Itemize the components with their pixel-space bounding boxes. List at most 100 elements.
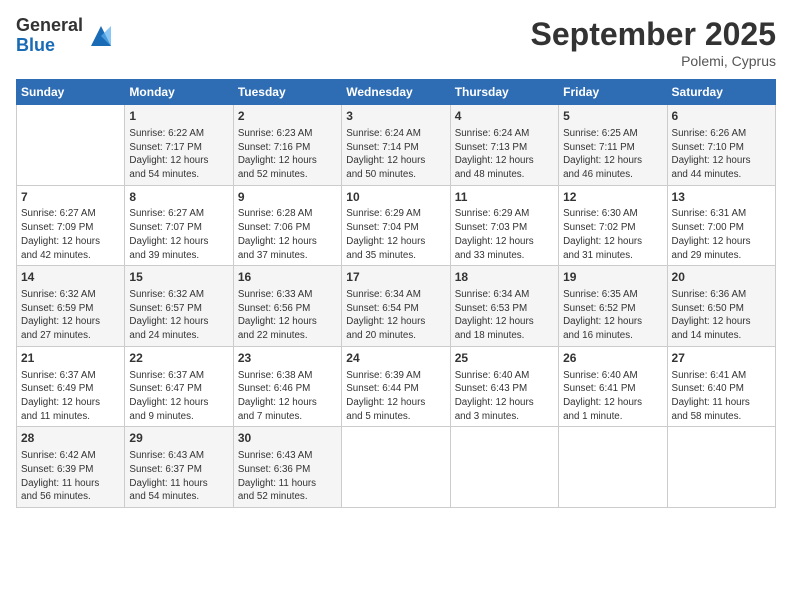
day-info: Sunrise: 6:41 AMSunset: 6:40 PMDaylight:…: [672, 369, 771, 424]
location-subtitle: Polemi, Cyprus: [531, 53, 776, 69]
calendar-cell: [667, 427, 775, 508]
calendar-cell: 16 Sunrise: 6:33 AMSunset: 6:56 PMDayligh…: [233, 266, 341, 347]
logo-text: General Blue: [16, 16, 83, 56]
day-number: 24: [346, 350, 445, 367]
day-info: Sunrise: 6:24 AMSunset: 7:13 PMDaylight:…: [455, 127, 554, 182]
calendar-table: Sunday Monday Tuesday Wednesday Thursday…: [16, 79, 776, 508]
calendar-cell: 3 Sunrise: 6:24 AMSunset: 7:14 PMDaylight…: [342, 105, 450, 186]
calendar-cell: 24 Sunrise: 6:39 AMSunset: 6:44 PMDayligh…: [342, 346, 450, 427]
calendar-cell: 28 Sunrise: 6:42 AMSunset: 6:39 PMDayligh…: [17, 427, 125, 508]
calendar-cell: 18 Sunrise: 6:34 AMSunset: 6:53 PMDayligh…: [450, 266, 558, 347]
week-row-3: 14 Sunrise: 6:32 AMSunset: 6:59 PMDayligh…: [17, 266, 776, 347]
day-info: Sunrise: 6:43 AMSunset: 6:36 PMDaylight:…: [238, 449, 337, 504]
day-info: Sunrise: 6:38 AMSunset: 6:46 PMDaylight:…: [238, 369, 337, 424]
calendar-cell: 23 Sunrise: 6:38 AMSunset: 6:46 PMDayligh…: [233, 346, 341, 427]
day-info: Sunrise: 6:22 AMSunset: 7:17 PMDaylight:…: [129, 127, 228, 182]
day-info: Sunrise: 6:35 AMSunset: 6:52 PMDaylight:…: [563, 288, 662, 343]
day-info: Sunrise: 6:33 AMSunset: 6:56 PMDaylight:…: [238, 288, 337, 343]
day-number: 3: [346, 108, 445, 125]
calendar-cell: 6 Sunrise: 6:26 AMSunset: 7:10 PMDaylight…: [667, 105, 775, 186]
day-info: Sunrise: 6:24 AMSunset: 7:14 PMDaylight:…: [346, 127, 445, 182]
day-number: 10: [346, 189, 445, 206]
day-info: Sunrise: 6:40 AMSunset: 6:43 PMDaylight:…: [455, 369, 554, 424]
calendar-cell: 30 Sunrise: 6:43 AMSunset: 6:36 PMDayligh…: [233, 427, 341, 508]
day-info: Sunrise: 6:37 AMSunset: 6:49 PMDaylight:…: [21, 369, 120, 424]
logo-icon: [87, 22, 115, 50]
day-number: 16: [238, 269, 337, 286]
day-number: 29: [129, 430, 228, 447]
day-info: Sunrise: 6:28 AMSunset: 7:06 PMDaylight:…: [238, 207, 337, 262]
day-info: Sunrise: 6:34 AMSunset: 6:54 PMDaylight:…: [346, 288, 445, 343]
calendar-container: General Blue September 2025 Polemi, Cypr…: [0, 0, 792, 612]
day-info: Sunrise: 6:31 AMSunset: 7:00 PMDaylight:…: [672, 207, 771, 262]
day-info: Sunrise: 6:40 AMSunset: 6:41 PMDaylight:…: [563, 369, 662, 424]
day-number: 22: [129, 350, 228, 367]
col-thursday: Thursday: [450, 80, 558, 105]
calendar-cell: 10Sunrise: 6:29 AMSunset: 7:04 PMDayligh…: [342, 185, 450, 266]
day-number: 26: [563, 350, 662, 367]
calendar-cell: 25 Sunrise: 6:40 AMSunset: 6:43 PMDayligh…: [450, 346, 558, 427]
calendar-cell: 15Sunrise: 6:32 AMSunset: 6:57 PMDayligh…: [125, 266, 233, 347]
day-info: Sunrise: 6:29 AMSunset: 7:03 PMDaylight:…: [455, 207, 554, 262]
week-row-5: 28 Sunrise: 6:42 AMSunset: 6:39 PMDayligh…: [17, 427, 776, 508]
day-info: Sunrise: 6:37 AMSunset: 6:47 PMDaylight:…: [129, 369, 228, 424]
day-number: 4: [455, 108, 554, 125]
header: General Blue September 2025 Polemi, Cypr…: [16, 16, 776, 69]
day-number: 7: [21, 189, 120, 206]
calendar-cell: 29 Sunrise: 6:43 AMSunset: 6:37 PMDayligh…: [125, 427, 233, 508]
day-info: Sunrise: 6:27 AMSunset: 7:09 PMDaylight:…: [21, 207, 120, 262]
header-row: Sunday Monday Tuesday Wednesday Thursday…: [17, 80, 776, 105]
day-number: 12: [563, 189, 662, 206]
day-number: 11: [455, 189, 554, 206]
day-number: 14: [21, 269, 120, 286]
day-number: 30: [238, 430, 337, 447]
calendar-cell: 22 Sunrise: 6:37 AMSunset: 6:47 PMDayligh…: [125, 346, 233, 427]
col-monday: Monday: [125, 80, 233, 105]
calendar-header: Sunday Monday Tuesday Wednesday Thursday…: [17, 80, 776, 105]
week-row-4: 21 Sunrise: 6:37 AMSunset: 6:49 PMDayligh…: [17, 346, 776, 427]
calendar-cell: 14 Sunrise: 6:32 AMSunset: 6:59 PMDayligh…: [17, 266, 125, 347]
day-info: Sunrise: 6:43 AMSunset: 6:37 PMDaylight:…: [129, 449, 228, 504]
logo-general: General: [16, 16, 83, 36]
day-number: 21: [21, 350, 120, 367]
day-number: 25: [455, 350, 554, 367]
calendar-cell: 20 Sunrise: 6:36 AMSunset: 6:50 PMDayligh…: [667, 266, 775, 347]
col-saturday: Saturday: [667, 80, 775, 105]
calendar-cell: 1Sunrise: 6:22 AMSunset: 7:17 PMDaylight…: [125, 105, 233, 186]
day-number: 28: [21, 430, 120, 447]
logo-blue: Blue: [16, 36, 83, 56]
calendar-cell: 19Sunrise: 6:35 AMSunset: 6:52 PMDayligh…: [559, 266, 667, 347]
day-number: 23: [238, 350, 337, 367]
logo: General Blue: [16, 16, 115, 56]
calendar-cell: 7Sunrise: 6:27 AMSunset: 7:09 PMDaylight…: [17, 185, 125, 266]
day-number: 5: [563, 108, 662, 125]
day-info: Sunrise: 6:27 AMSunset: 7:07 PMDaylight:…: [129, 207, 228, 262]
day-info: Sunrise: 6:36 AMSunset: 6:50 PMDaylight:…: [672, 288, 771, 343]
col-tuesday: Tuesday: [233, 80, 341, 105]
day-info: Sunrise: 6:32 AMSunset: 6:59 PMDaylight:…: [21, 288, 120, 343]
day-number: 6: [672, 108, 771, 125]
calendar-cell: 8Sunrise: 6:27 AMSunset: 7:07 PMDaylight…: [125, 185, 233, 266]
calendar-cell: [17, 105, 125, 186]
day-info: Sunrise: 6:23 AMSunset: 7:16 PMDaylight:…: [238, 127, 337, 182]
calendar-body: 1Sunrise: 6:22 AMSunset: 7:17 PMDaylight…: [17, 105, 776, 508]
calendar-cell: 17Sunrise: 6:34 AMSunset: 6:54 PMDayligh…: [342, 266, 450, 347]
col-wednesday: Wednesday: [342, 80, 450, 105]
calendar-cell: [559, 427, 667, 508]
day-number: 20: [672, 269, 771, 286]
calendar-cell: 9Sunrise: 6:28 AMSunset: 7:06 PMDaylight…: [233, 185, 341, 266]
day-number: 8: [129, 189, 228, 206]
calendar-cell: 26 Sunrise: 6:40 AMSunset: 6:41 PMDayligh…: [559, 346, 667, 427]
calendar-cell: [450, 427, 558, 508]
day-info: Sunrise: 6:26 AMSunset: 7:10 PMDaylight:…: [672, 127, 771, 182]
day-info: Sunrise: 6:42 AMSunset: 6:39 PMDaylight:…: [21, 449, 120, 504]
day-number: 18: [455, 269, 554, 286]
day-number: 13: [672, 189, 771, 206]
day-info: Sunrise: 6:34 AMSunset: 6:53 PMDaylight:…: [455, 288, 554, 343]
calendar-cell: 5Sunrise: 6:25 AMSunset: 7:11 PMDaylight…: [559, 105, 667, 186]
day-number: 2: [238, 108, 337, 125]
calendar-cell: 21 Sunrise: 6:37 AMSunset: 6:49 PMDayligh…: [17, 346, 125, 427]
day-number: 15: [129, 269, 228, 286]
day-info: Sunrise: 6:39 AMSunset: 6:44 PMDaylight:…: [346, 369, 445, 424]
day-info: Sunrise: 6:30 AMSunset: 7:02 PMDaylight:…: [563, 207, 662, 262]
